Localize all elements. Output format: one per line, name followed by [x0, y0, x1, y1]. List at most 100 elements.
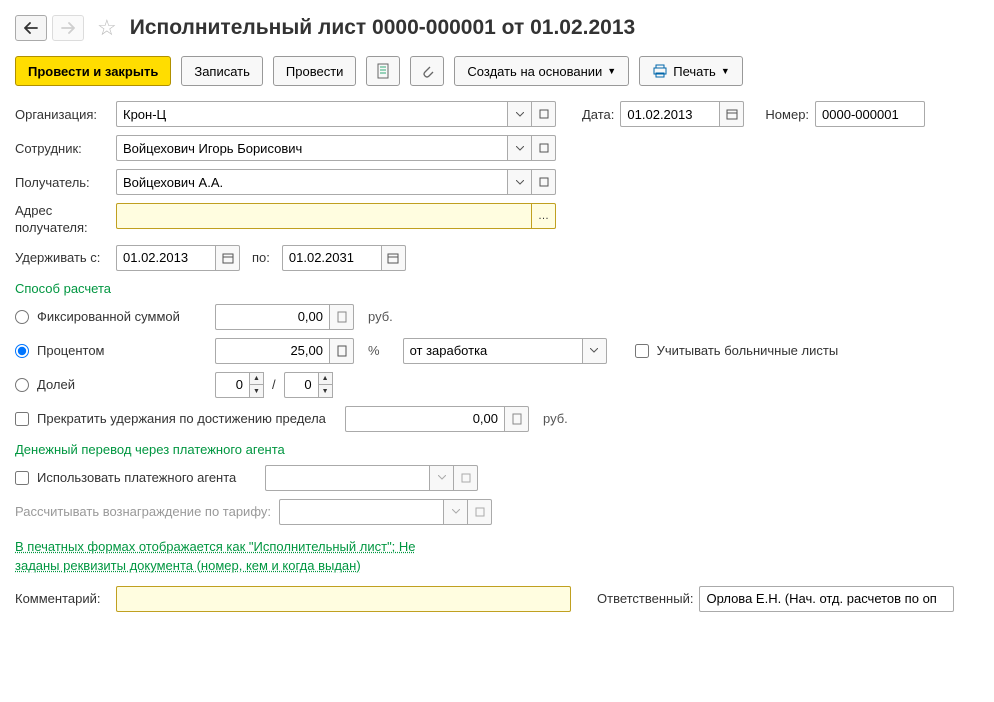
down-icon: ▼: [319, 385, 332, 397]
share-label: Долей: [37, 377, 207, 392]
chevron-down-icon: [516, 180, 524, 185]
calendar-icon: [726, 108, 738, 120]
employee-input[interactable]: [116, 135, 508, 161]
chevron-down-icon: [516, 112, 524, 117]
share-den-input[interactable]: [284, 372, 319, 398]
limit-value-input[interactable]: [345, 406, 505, 432]
dropdown-button[interactable]: [430, 465, 454, 491]
dropdown-icon: ▼: [607, 66, 616, 76]
report-button[interactable]: [366, 56, 400, 86]
calc-button[interactable]: [505, 406, 529, 432]
calculator-icon: [337, 311, 347, 323]
dropdown-button[interactable]: [508, 101, 532, 127]
dropdown-button[interactable]: [508, 135, 532, 161]
address-label: Адрес получателя:: [15, 203, 110, 237]
post-close-button[interactable]: Провести и закрыть: [15, 56, 171, 86]
agent-input[interactable]: [265, 465, 430, 491]
share-radio[interactable]: [15, 378, 29, 392]
chevron-down-icon: [590, 348, 598, 353]
date-label: Дата:: [582, 107, 614, 122]
calendar-button[interactable]: [382, 245, 406, 271]
tariff-input[interactable]: [279, 499, 444, 525]
print-label: Печать: [673, 64, 716, 79]
dropdown-icon: ▼: [721, 66, 730, 76]
print-button[interactable]: Печать ▼: [639, 56, 743, 86]
open-button[interactable]: [532, 135, 556, 161]
post-button[interactable]: Провести: [273, 56, 357, 86]
percent-radio[interactable]: [15, 344, 29, 358]
open-button[interactable]: [532, 101, 556, 127]
print-as-link[interactable]: В печатных формах отображается как "Испо…: [15, 539, 416, 574]
open-button[interactable]: [454, 465, 478, 491]
calendar-button[interactable]: [720, 101, 744, 127]
favorite-icon[interactable]: ☆: [97, 15, 117, 41]
down-icon: ▼: [250, 385, 263, 397]
withhold-from-input[interactable]: [116, 245, 216, 271]
withhold-to-label: по:: [252, 250, 270, 265]
date-input[interactable]: [620, 101, 720, 127]
arrow-left-icon: [24, 22, 38, 34]
calc-header: Способ расчета: [15, 281, 979, 296]
page-title: Исполнительный лист 0000-000001 от 01.02…: [130, 16, 635, 40]
open-icon: [461, 473, 471, 483]
use-agent-checkbox[interactable]: [15, 471, 29, 485]
dropdown-button[interactable]: [508, 169, 532, 195]
forward-button[interactable]: [52, 15, 84, 41]
printer-icon: [652, 64, 668, 78]
sick-leave-checkbox[interactable]: [635, 344, 649, 358]
fixed-value-input[interactable]: [215, 304, 330, 330]
spinner[interactable]: ▲▼: [319, 372, 333, 398]
open-icon: [539, 109, 549, 119]
calculator-icon: [337, 345, 347, 357]
calc-button[interactable]: [330, 338, 354, 364]
open-icon: [475, 507, 485, 517]
recipient-label: Получатель:: [15, 175, 110, 190]
org-input[interactable]: [116, 101, 508, 127]
open-button[interactable]: [468, 499, 492, 525]
stop-limit-checkbox[interactable]: [15, 412, 29, 426]
address-input[interactable]: [116, 203, 532, 229]
open-icon: [539, 143, 549, 153]
transfer-header: Денежный перевод через платежного агента: [15, 442, 979, 457]
back-button[interactable]: [15, 15, 47, 41]
responsible-label: Ответственный:: [597, 591, 693, 606]
fixed-radio[interactable]: [15, 310, 29, 324]
create-based-label: Создать на основании: [467, 64, 602, 79]
employee-label: Сотрудник:: [15, 141, 110, 156]
calc-button[interactable]: [330, 304, 354, 330]
org-label: Организация:: [15, 107, 110, 122]
attach-button[interactable]: [410, 56, 444, 86]
open-button[interactable]: [532, 169, 556, 195]
up-icon: ▲: [319, 373, 332, 386]
percent-label: Процентом: [37, 343, 207, 358]
more-button[interactable]: …: [532, 203, 556, 229]
withhold-to-input[interactable]: [282, 245, 382, 271]
responsible-input[interactable]: [699, 586, 954, 612]
comment-input[interactable]: [116, 586, 571, 612]
base-select[interactable]: [403, 338, 583, 364]
comment-label: Комментарий:: [15, 591, 110, 606]
create-based-button[interactable]: Создать на основании ▼: [454, 56, 629, 86]
arrow-right-icon: [61, 22, 75, 34]
spinner[interactable]: ▲▼: [250, 372, 264, 398]
clip-icon: [420, 63, 434, 79]
document-icon: [376, 63, 390, 79]
save-button[interactable]: Записать: [181, 56, 263, 86]
dropdown-button[interactable]: [583, 338, 607, 364]
chevron-down-icon: [516, 146, 524, 151]
rub-unit: руб.: [368, 309, 393, 324]
recipient-input[interactable]: [116, 169, 508, 195]
calendar-button[interactable]: [216, 245, 240, 271]
chevron-down-icon: [452, 509, 460, 514]
number-input[interactable]: [815, 101, 925, 127]
calendar-icon: [222, 252, 234, 264]
withhold-from-label: Удерживать с:: [15, 250, 110, 265]
up-icon: ▲: [250, 373, 263, 386]
percent-value-input[interactable]: [215, 338, 330, 364]
open-icon: [539, 177, 549, 187]
percent-unit: %: [368, 343, 380, 358]
rub-unit: руб.: [543, 411, 568, 426]
sick-leave-label: Учитывать больничные листы: [657, 343, 839, 358]
share-num-input[interactable]: [215, 372, 250, 398]
dropdown-button[interactable]: [444, 499, 468, 525]
